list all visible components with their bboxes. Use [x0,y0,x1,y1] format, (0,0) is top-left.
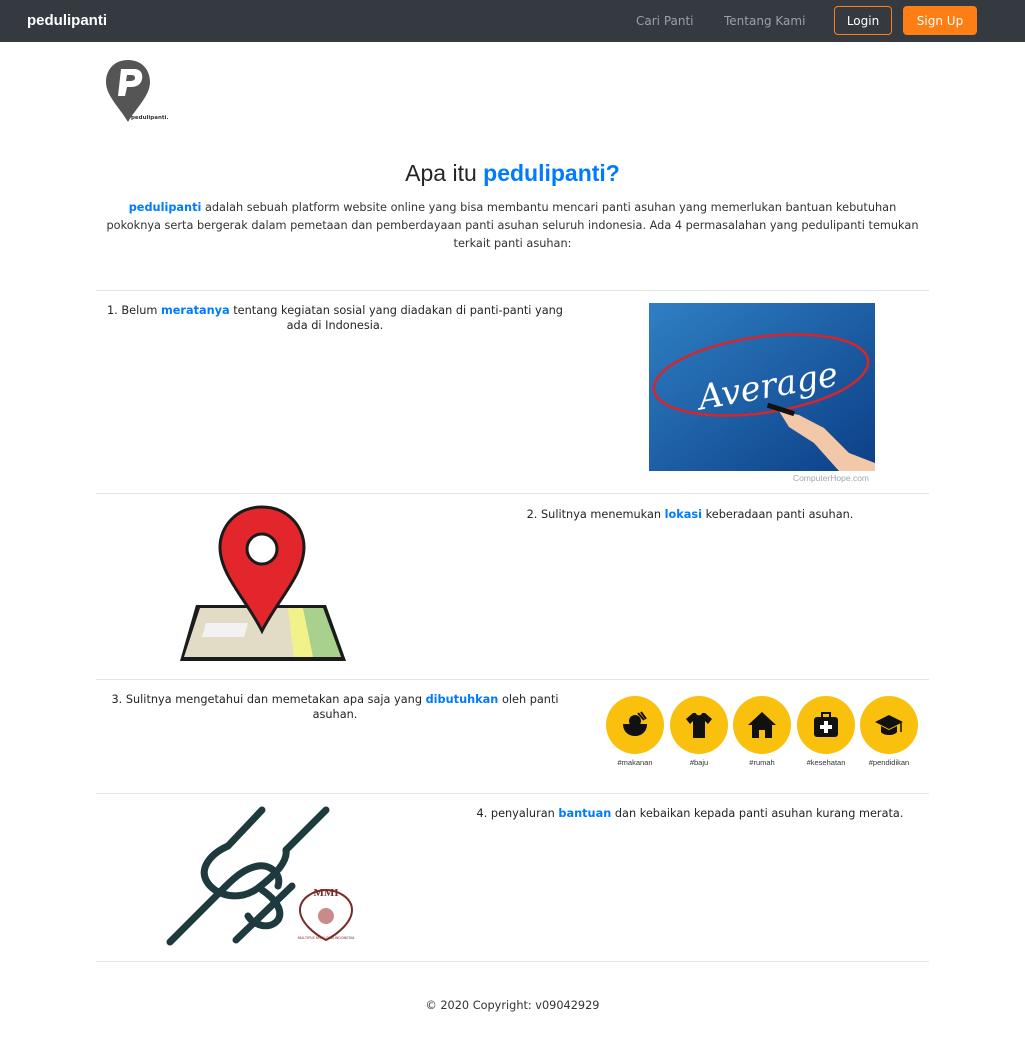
needs-icons: #makanan #baju #rumah #kesehatan #pendid… [604,696,920,776]
need-kesehatan: #kesehatan [797,696,855,776]
page-title: Apa itu pedulipanti? [0,160,1025,187]
need-makanan: #makanan [606,696,664,776]
problem-2-text: 2. Sulitnya menemukan lokasi keberadaan … [526,508,854,521]
image-credit: ComputerHope.com [793,473,869,483]
signup-button[interactable]: Sign Up [903,6,977,35]
nav-link-tentang-kami[interactable]: Tentang Kami [724,14,805,28]
need-pendidikan: #pendidikan [860,696,918,776]
problem-4-link[interactable]: bantuan [558,807,611,820]
need-label: #pendidikan [868,758,910,767]
need-label: #baju [689,758,709,767]
divider [96,493,929,494]
need-rumah: #rumah [733,696,791,776]
login-button[interactable]: Login [834,6,892,35]
shirt-icon [670,696,728,754]
problem-4-text: 4. penyaluran bantuan dan kebaikan kepad… [476,807,904,820]
divider [96,793,929,794]
problem-3-text: 3. Sulitnya mengetahui dan memetakan apa… [111,693,559,721]
problem-2-link[interactable]: lokasi [665,508,702,521]
problem-1-link[interactable]: meratanya [161,304,230,317]
mmi-badge: MMI [313,887,338,899]
food-bowl-icon [606,696,664,754]
medical-kit-icon [797,696,855,754]
need-label: #rumah [749,758,775,767]
need-label: #makanan [617,758,653,767]
intro-paragraph: pedulipanti adalah sebuah platform websi… [100,199,925,253]
navbar: pedulipanti Cari Panti Tentang Kami Logi… [0,0,1025,42]
graduation-cap-icon [860,696,918,754]
average-image: Average ComputerHope.com [649,303,875,484]
helping-hands-image: MMI MULTIPLE MYELOMA INDONESIA [166,806,362,946]
footer-copyright: © 2020 Copyright: v09042929 [425,999,600,1012]
need-label: #kesehatan [806,758,846,767]
divider [96,290,929,291]
nav-link-cari-panti[interactable]: Cari Panti [636,14,694,28]
problem-3-link[interactable]: dibutuhkan [426,693,499,706]
house-icon [733,696,791,754]
title-accent: pedulipanti? [483,160,620,186]
divider [96,679,929,680]
problem-1-text: 1. Belum meratanya tentang kegiatan sosi… [107,304,563,332]
title-prefix: Apa itu [405,160,484,186]
intro-accent: pedulipanti [128,201,202,214]
map-pin-image [178,505,348,663]
pedulipanti-logo: pedulipanti. [104,56,170,124]
brand-link[interactable]: pedulipanti [27,12,107,29]
need-baju: #baju [670,696,728,776]
divider [96,961,929,962]
intro-text: adalah sebuah platform website online ya… [106,201,919,250]
logo-text: pedulipanti. [131,115,168,121]
mmi-subtitle: MULTIPLE MYELOMA INDONESIA [298,936,355,940]
